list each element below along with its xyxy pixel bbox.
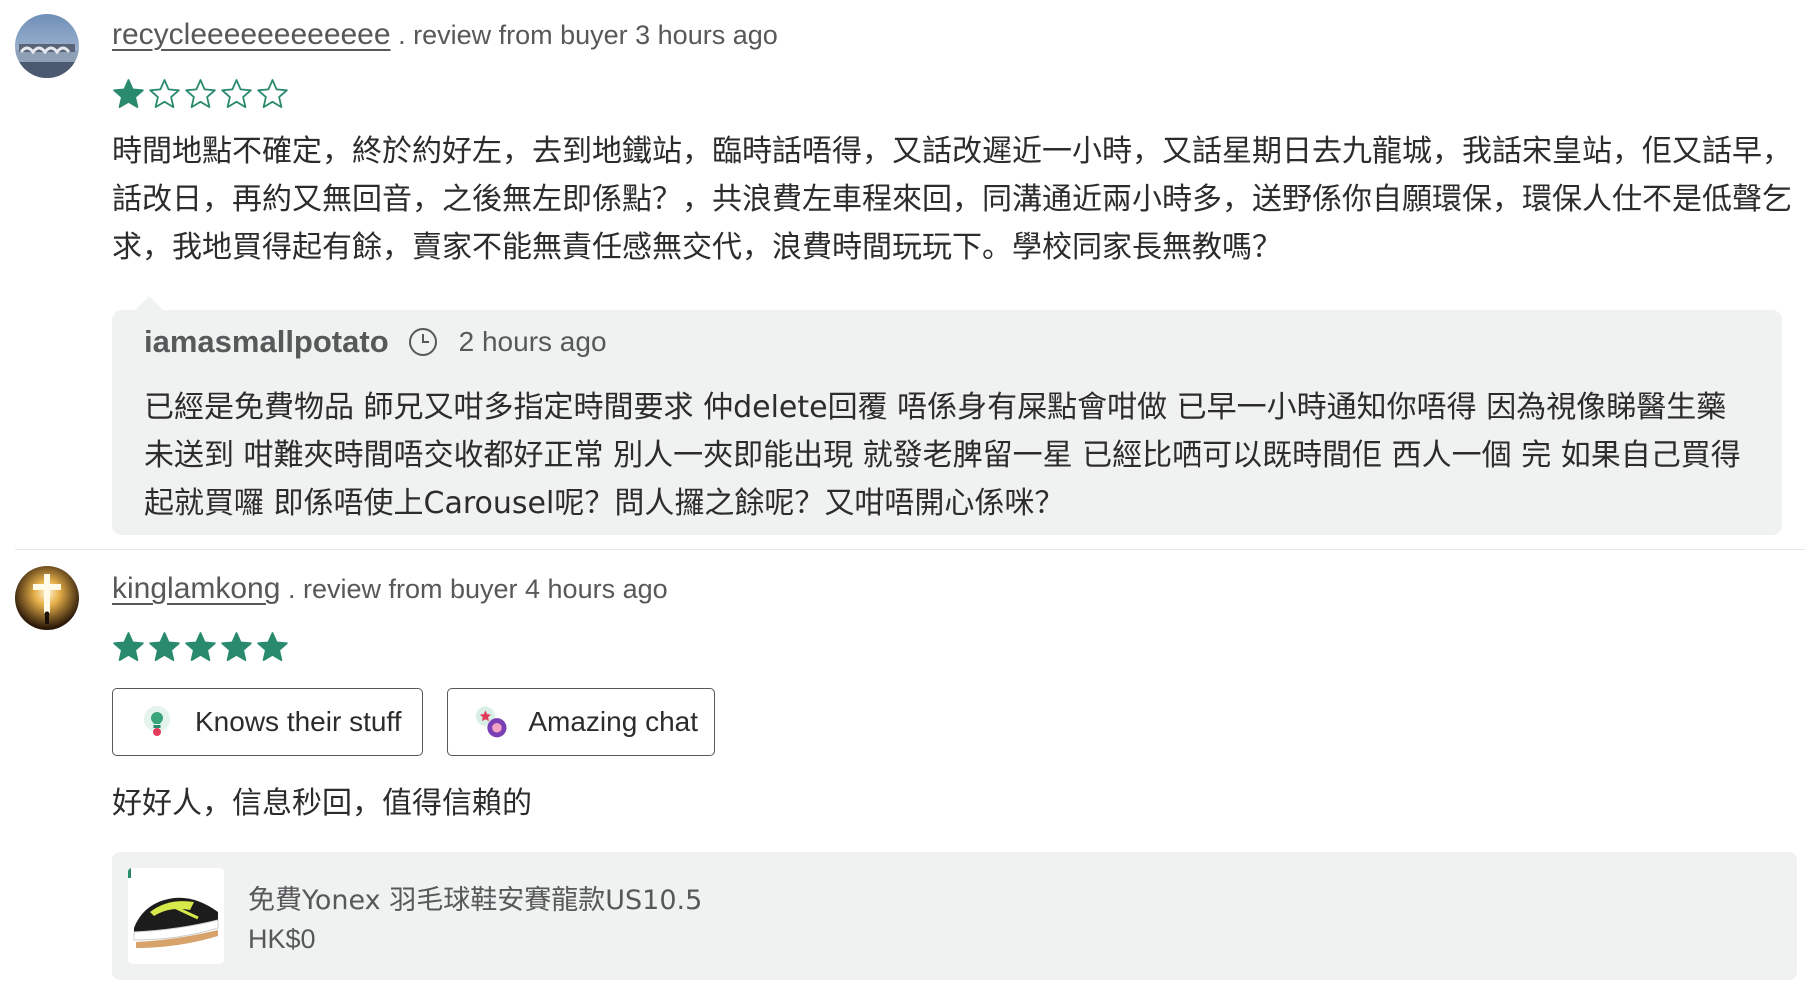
reply-username: iamasmallpotato: [144, 324, 389, 359]
star-filled-icon: [221, 632, 252, 661]
clock-icon: [408, 328, 437, 356]
reply-pointer: [134, 296, 164, 311]
chat-icon: [475, 706, 507, 738]
star-filled-icon: [149, 632, 180, 661]
star-empty-icon: [257, 79, 288, 108]
reply-header: iamasmallpotato 2 hours ago: [144, 324, 607, 360]
listing-title: 免費Yonex 羽毛球鞋安賽龍款US10.5: [248, 885, 703, 916]
star-rating: [112, 631, 289, 664]
reviewer-username[interactable]: recycleeeeeeeeeeee: [112, 18, 391, 51]
review-meta: . review from buyer 3 hours ago: [398, 20, 778, 50]
star-filled-icon: [185, 632, 216, 661]
review-text: 好好人，信息秒回，值得信賴的: [112, 786, 532, 821]
tag-label: Amazing chat: [528, 706, 698, 737]
avatar[interactable]: [15, 566, 79, 630]
review-header: kinglamkong . review from buyer 4 hours …: [112, 572, 668, 606]
star-empty-icon: [221, 79, 252, 108]
tag-label: Knows their stuff: [195, 706, 402, 737]
star-filled-icon: [113, 79, 144, 108]
reviewer-username[interactable]: kinglamkong: [112, 572, 280, 605]
listing-thumbnail: [128, 868, 224, 964]
star-filled-icon: [257, 632, 288, 661]
review-meta: . review from buyer 4 hours ago: [287, 574, 668, 604]
lightbulb-icon: [144, 706, 170, 736]
review-divider: [15, 549, 1805, 550]
star-filled-icon: [113, 632, 144, 661]
listing-price: HK$0: [248, 924, 316, 954]
seller-reply: iamasmallpotato 2 hours ago 已經是免費物品 師兄又咁…: [112, 296, 1782, 535]
reply-text: 已經是免費物品 師兄又咁多指定時間要求 仲delete回覆 唔係身有屎點會咁做 …: [144, 390, 1741, 521]
tag-knows-their-stuff: Knows their stuff: [112, 688, 423, 756]
avatar[interactable]: [15, 14, 79, 78]
tag-amazing-chat: Amazing chat: [447, 688, 715, 756]
star-empty-icon: [185, 79, 216, 108]
star-empty-icon: [149, 79, 180, 108]
listing-card[interactable]: 免費Yonex 羽毛球鞋安賽龍款US10.5 HK$0: [112, 852, 1797, 980]
review-text: 時間地點不確定，終於約好左，去到地鐵站，臨時話唔得，又話改遲近一小時，又話星期日…: [112, 134, 1792, 265]
reply-time: 2 hours ago: [458, 326, 607, 357]
star-rating: [112, 78, 289, 111]
review-header: recycleeeeeeeeeeee . review from buyer 3…: [112, 18, 778, 52]
